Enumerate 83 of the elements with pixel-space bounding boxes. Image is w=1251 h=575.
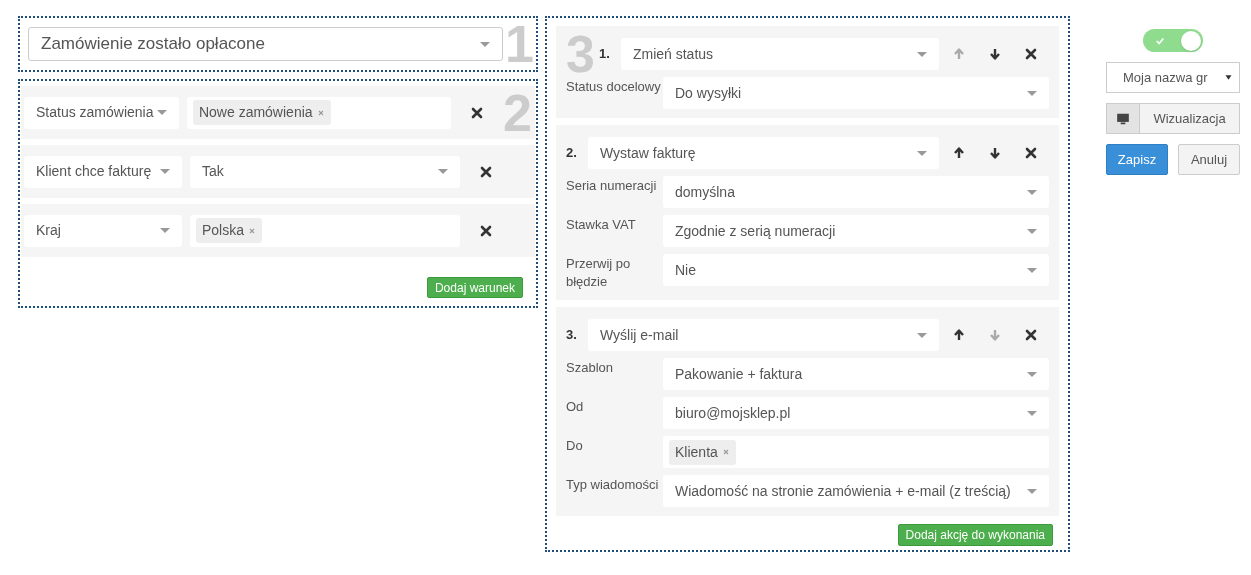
move-up-icon — [953, 147, 965, 159]
group-select[interactable]: Moja nazwa gr — [1106, 62, 1240, 93]
select-value: Wyślij e-mail — [600, 325, 679, 345]
select-value: Zmień status — [632, 44, 714, 64]
select-field[interactable]: biuro@mojsklep.pl — [663, 397, 1049, 429]
caret-icon — [917, 150, 927, 156]
field-label: Od — [566, 398, 585, 416]
remove-icon — [480, 165, 492, 178]
action-type-select[interactable]: Wyślij e-mail — [588, 319, 939, 351]
action-type-select[interactable]: Wystaw fakturę — [588, 137, 939, 169]
select-value: Pakowanie + faktura — [675, 364, 803, 384]
caret-icon — [1027, 488, 1037, 494]
tag-chip: Nowe zamówienia — [192, 100, 331, 125]
caret-icon — [1224, 73, 1233, 82]
caret-icon — [917, 332, 927, 338]
remove-icon — [1025, 147, 1037, 159]
select-value: Moja nazwa gr — [1123, 68, 1208, 87]
field-label: Typ wiadomości — [566, 476, 660, 494]
select-value: Zgodnie z serią numeracji — [675, 221, 836, 241]
select-value: biuro@mojsklep.pl — [675, 403, 791, 423]
caret-icon — [1027, 267, 1037, 273]
tag-input-field[interactable]: Polska — [190, 214, 460, 247]
select-field[interactable]: Zgodnie z serią numeracji — [663, 215, 1049, 247]
caret-icon — [1027, 189, 1037, 195]
field-label: Do — [566, 437, 584, 455]
caret-icon — [160, 228, 170, 233]
field-label: Przerwij po błędzie — [566, 255, 632, 291]
caret-icon — [480, 41, 491, 47]
select-value: Do wysyłki — [675, 83, 742, 103]
tag-chip: Polska — [196, 218, 263, 243]
select-field[interactable]: Tak — [190, 155, 460, 188]
caret-icon — [917, 51, 927, 57]
visualize-button[interactable]: Wizualizacja — [1106, 103, 1240, 134]
move-down-icon — [989, 329, 1001, 341]
select-value: Status zamówienia — [36, 103, 154, 122]
select-field[interactable]: Nie — [663, 254, 1049, 286]
select-value: domyślna — [675, 182, 735, 202]
action-index: 1. — [598, 45, 611, 64]
condition-field-select[interactable]: Status zamówienia — [24, 96, 179, 129]
select-value: Klient chce fakturę — [36, 162, 152, 181]
remove-icon — [1025, 48, 1037, 60]
tag-chip: Klienta — [669, 439, 736, 465]
select-value: Kraj — [36, 221, 61, 240]
cancel-button[interactable]: Anuluj — [1178, 144, 1240, 175]
field-label: Stawka VAT — [566, 216, 637, 234]
condition-field-select[interactable]: Klient chce fakturę — [24, 155, 182, 188]
move-up-icon — [953, 48, 965, 60]
trigger-select[interactable]: Zamówienie zostało opłacone — [28, 27, 504, 61]
remove-icon — [471, 106, 484, 119]
select-value: Zamówienie zostało opłacone — [41, 33, 265, 56]
move-down-icon — [989, 48, 1001, 60]
action-type-select[interactable]: Zmień status — [620, 38, 939, 70]
select-field[interactable]: Wiadomość na stronie zamówienia + e-mail (z treścią) — [663, 475, 1049, 507]
toggle-knob[interactable] — [1181, 30, 1201, 51]
select-value: Wystaw fakturę — [600, 143, 696, 163]
remove-icon — [480, 224, 492, 237]
action-index: 2. — [566, 144, 578, 163]
remove-icon — [1025, 329, 1037, 341]
caret-icon — [1027, 371, 1037, 377]
tag-input-field[interactable]: Nowe zamówienia — [186, 96, 452, 129]
monitor-icon — [1116, 111, 1130, 126]
tag-input-field[interactable]: Klienta — [663, 436, 1049, 468]
check-icon — [1155, 35, 1165, 46]
toggle-switch[interactable] — [1143, 29, 1203, 52]
select-field[interactable]: Do wysyłki — [663, 77, 1049, 109]
caret-icon — [1027, 90, 1037, 96]
field-label: Seria numeracji — [566, 177, 658, 195]
caret-icon — [1027, 410, 1037, 416]
caret-icon — [1027, 228, 1037, 234]
select-field[interactable]: domyślna — [663, 176, 1049, 208]
select-value: Nie — [675, 260, 696, 280]
field-label: Szablon — [566, 359, 614, 377]
move-up-icon — [953, 329, 965, 341]
caret-icon — [160, 169, 170, 174]
caret-icon — [438, 169, 448, 174]
condition-field-select[interactable]: Kraj — [24, 214, 182, 247]
select-field[interactable]: Pakowanie + faktura — [663, 358, 1049, 390]
select-value: Tak — [202, 162, 224, 181]
caret-icon — [156, 110, 167, 115]
select-value: Wiadomość na stronie zamówienia + e-mail (z treścią) — [675, 481, 1011, 501]
action-index: 3. — [566, 326, 578, 345]
move-down-icon — [989, 147, 1001, 159]
field-label: Status docelowy — [566, 78, 662, 96]
